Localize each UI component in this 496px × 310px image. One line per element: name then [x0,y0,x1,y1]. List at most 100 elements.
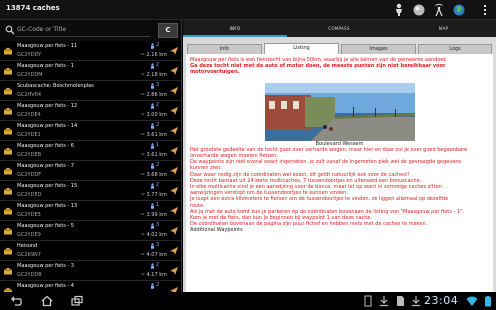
cache-found-count: 2 [156,282,160,288]
globe-icon[interactable] [452,3,466,17]
person-count-icon [151,103,154,109]
sd-card-icon [397,296,404,306]
listing-paragraph: De waypoints zijn niet overal exact inge… [190,159,462,166]
cache-list-item[interactable]: Maasgouw per fiets - 7 GC2YDDF 2 ~ 3.68 km [0,161,181,181]
tab-info[interactable]: INFO [183,20,287,37]
cache-type-icon [4,107,12,115]
cache-list-item[interactable]: Maasgouw per fiets - 11 GC2YDDY 2 ~ 2.16 km [0,41,181,61]
person-count-icon [151,63,154,69]
cache-list-panel: C Maasgouw per fiets - 11GC2YDDY2~ 2.16 … [0,20,182,292]
cache-type-icon [4,207,12,215]
cache-list-item[interactable]: Maasgouw per fiets - 6 GC2YDEB 1 ~ 3.61 km [0,141,181,161]
cache-found-count: 2 [156,182,160,188]
direction-arrow-icon [170,167,178,175]
listing-content[interactable]: Maasgouw per fiets is een fietstocht van… [186,54,493,292]
person-count-icon [151,283,154,289]
cache-distance: ~ 3.77 km [140,192,167,198]
person-count-icon [151,43,154,49]
boulevard-photo [264,82,415,141]
cache-list-item[interactable]: Scubascache: Boschmolenplas GC2HV64 3 ~ 2.8… [0,81,181,101]
sub-tab-bar: Info Listing Images Logs [183,41,496,55]
direction-arrow-icon [170,187,178,195]
cache-list-item[interactable]: Heisond GC2K9N7 3 ~ 4.07 km [0,241,181,261]
home-icon[interactable] [41,295,53,307]
listing-photo [264,82,415,141]
wifi-icon [466,296,478,306]
cache-code: GC2YDED [17,192,42,198]
person-count-icon [151,243,154,249]
person-count-icon [151,183,154,189]
search-bar: C [0,20,181,41]
cache-list-item[interactable]: Maasgouw per fiets - 12 GC2YDE4 2 ~ 3.00 km [0,101,181,121]
cache-code: GC2YDE9 [17,232,41,238]
cache-name: Maasgouw per fiets - 12 [17,103,78,109]
cache-code: GC2YDDM [17,72,43,78]
clear-button[interactable]: C [158,23,178,38]
person-count-icon [151,203,154,209]
listing-warning: Ga deze tocht niet met de auto of motor … [190,63,446,76]
direction-arrow-icon [170,147,178,155]
app-title: 13874 caches [6,4,60,12]
cache-code: GC2HV64 [17,92,42,98]
listing-body: Het grootste gedeelte van de tocht gaat … [190,147,489,228]
cache-distance: ~ 4.02 km [140,232,167,238]
person-count-icon [151,163,154,169]
back-icon[interactable] [10,295,22,307]
cache-name: Maasgouw per fiets - 15 [17,183,78,189]
cache-list: Maasgouw per fiets - 11 GC2YDDY 2 ~ 2.16 km… [0,41,181,292]
cache-found-count: 1 [156,142,160,148]
cache-distance: ~ 4.07 km [140,252,167,258]
tab-compass[interactable]: COMPASS [287,20,391,37]
cache-name: Maasgouw per fiets - 1 [17,63,74,69]
cache-name: Heisond [17,243,38,249]
cache-found-count: 2 [156,162,160,168]
cache-list-item[interactable]: Maasgouw per fiets - 4GC2YDDQ2~ 4.37 km [0,281,181,292]
direction-arrow-icon [170,207,178,215]
recent-apps-icon[interactable] [71,295,83,307]
cache-type-icon [4,227,12,235]
person-count-icon [151,83,154,89]
person-count-icon [151,123,154,129]
tab-map[interactable]: MAP [391,20,496,37]
person-icon[interactable] [392,3,406,17]
cache-found-count: 3 [156,82,160,88]
direction-arrow-icon [170,247,178,255]
cache-type-icon [4,87,12,95]
cache-code: GC2YDDY [17,52,42,58]
search-input[interactable] [15,23,150,37]
direction-arrow-icon [170,267,178,275]
download-icon [380,296,388,307]
cache-list-item[interactable]: Maasgouw per fiets - 13 GC2YDE5 1 ~ 3.99 km [0,201,181,221]
cache-found-count: 2 [156,102,160,108]
antenna-icon[interactable] [432,3,446,17]
direction-arrow-icon [170,47,178,55]
listing-paragraph: Je loopt een extra kilometers te fietsen… [190,196,449,203]
cache-found-count: 3 [156,222,160,228]
cache-type-icon [4,167,12,175]
menu-icon[interactable] [478,3,492,17]
cache-list-item[interactable]: Maasgouw per fiets - 1 GC2YDDM 2 ~ 2.18 km [0,61,181,81]
person-count-icon [151,143,154,149]
cache-distance: ~ 3.68 km [140,172,167,178]
cache-type-icon [4,47,12,55]
cache-code: GC2YDE5 [17,212,41,218]
action-bar: 13874 caches [0,0,496,20]
cache-list-item[interactable]: Maasgouw per fiets - 3 GC2YDDB 2 ~ 4.17 km [0,261,181,281]
direction-arrow-icon [170,67,178,75]
search-icon [5,25,15,35]
cache-name: Maasgouw per fiets - 11 [17,43,78,49]
cache-distance: ~ 2.18 km [140,72,167,78]
sphere-icon[interactable] [412,3,426,17]
battery-icon [485,296,491,307]
cache-type-icon [4,267,12,275]
cache-list-item[interactable]: Maasgouw per fiets - 14 GC2YDE1 2 ~ 3.61 km [0,121,181,141]
cache-name: Maasgouw per fiets - 4 [17,283,74,289]
cache-type-icon [4,187,12,195]
cache-distance: ~ 4.17 km [140,272,167,278]
cache-type-icon [4,247,12,255]
cache-list-item[interactable]: Maasgouw per fiets - 5 GC2YDE9 3 ~ 4.02 km [0,221,181,241]
cache-found-count: 2 [156,62,160,68]
cache-name: Maasgouw per fiets - 5 [17,223,74,229]
cache-code: GC2YDE4 [17,112,41,118]
cache-list-item[interactable]: Maasgouw per fiets - 15 GC2YDED 2 ~ 3.77 km [0,181,181,201]
